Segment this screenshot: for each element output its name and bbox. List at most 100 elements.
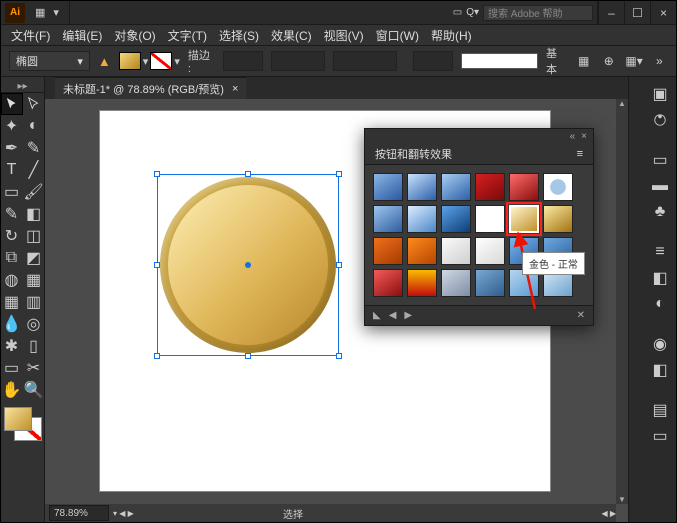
swatch-item[interactable] [407,173,437,201]
menu-help[interactable]: 帮助(H) [425,25,478,46]
paintbrush-tool[interactable]: 🖌 [23,181,45,203]
swatch-item[interactable] [509,205,539,233]
swatch-item[interactable] [407,269,437,297]
symbol-sprayer-tool[interactable]: ✱ [1,335,23,357]
swatch-item[interactable] [543,205,573,233]
menu-window[interactable]: 窗口(W) [370,25,425,46]
swatch-item[interactable] [543,173,573,201]
next-library-icon[interactable]: ▶ [404,310,412,321]
close-button[interactable]: × [650,1,676,25]
scale-tool[interactable]: ◫ [23,225,45,247]
color-panel-icon[interactable] [649,109,671,131]
gradient-tool[interactable]: ▥ [23,291,45,313]
swatch-item[interactable] [441,237,471,265]
graphic-style-swatch[interactable] [461,53,538,69]
brushes-panel-icon[interactable]: ▬ [649,175,671,197]
curvature-tool[interactable]: ✎ [23,137,45,159]
minimize-button[interactable]: – [598,1,624,25]
swatch-item[interactable] [441,173,471,201]
swatch-item[interactable] [475,237,505,265]
perspective-tool[interactable]: ▦ [23,269,45,291]
zoom-tool[interactable]: 🔍 [23,379,45,401]
menu-effect[interactable]: 效果(C) [265,25,318,46]
arrange-icon[interactable]: ▦▾ [625,52,642,70]
swatch-item[interactable] [441,205,471,233]
handle-tr[interactable] [336,171,342,177]
menu-object[interactable]: 对象(O) [108,25,161,46]
pen-tool[interactable]: ✒ [1,137,23,159]
swatch-item[interactable] [441,269,471,297]
shaper-tool[interactable]: ✎ [1,203,23,225]
gradient-panel-icon[interactable]: ◧ [649,267,671,289]
eraser-tool[interactable]: ◧ [23,203,45,225]
handle-mr[interactable] [336,262,342,268]
magic-wand-tool[interactable]: ✦ [1,115,23,137]
swatch-item[interactable] [373,205,403,233]
handle-br[interactable] [336,353,342,359]
hand-tool[interactable]: ✋ [1,379,23,401]
rectangle-tool[interactable]: ▭ [1,181,23,203]
swatches-panel-icon[interactable]: ▣ [649,83,671,105]
expand-toolbar-icon[interactable]: ▸▸ [1,81,44,93]
library-menu-icon[interactable]: ◣ [373,310,381,321]
panel-collapse-icon[interactable]: « [570,131,576,142]
handle-tm[interactable] [245,171,251,177]
swatch-item[interactable] [475,269,505,297]
search-input[interactable]: 搜索 Adobe 帮助 [483,5,593,21]
fill-color-icon[interactable] [4,407,32,431]
line-tool[interactable]: ╱ [23,159,45,181]
free-transform-tool[interactable]: ◩ [23,247,45,269]
handle-ml[interactable] [154,262,160,268]
shape-builder-tool[interactable]: ◍ [1,269,23,291]
swatch-item[interactable] [407,205,437,233]
panel-menu-icon[interactable]: ≡ [577,148,583,160]
menu-file[interactable]: 文件(F) [5,25,56,46]
libraries-panel-icon[interactable]: ▭ [649,149,671,171]
swatch-item[interactable] [373,269,403,297]
type-tool[interactable]: T [1,159,23,181]
zoom-level-input[interactable]: 78.89% [49,505,109,521]
menu-edit[interactable]: 编辑(E) [56,25,108,46]
swatch-item[interactable] [509,173,539,201]
artboards-panel-icon[interactable]: ▭ [649,425,671,447]
brush-select[interactable] [333,51,397,71]
eyedropper-tool[interactable]: 💧 [1,313,23,335]
swatch-item[interactable] [407,237,437,265]
transparency-panel-icon[interactable]: ◐ [649,293,671,315]
shape-select[interactable]: 椭圆 ▾ [9,51,90,71]
graphic-styles-panel[interactable]: « × 按钮和翻转效果 ≡ ◣ ◀ ▶ ✕ [364,128,594,326]
panel-close-icon[interactable]: × [581,131,587,142]
symbols-panel-icon[interactable]: ♣ [649,201,671,223]
panel-title-tab[interactable]: 按钮和翻转效果 ≡ [365,143,593,165]
swatch-item[interactable] [373,173,403,201]
slice-tool[interactable]: ✂ [23,357,45,379]
opacity-input[interactable] [413,51,454,71]
menu-type[interactable]: 文字(T) [162,25,213,46]
mesh-tool[interactable]: ▦ [1,291,23,313]
swatch-item[interactable] [475,205,505,233]
appearance-panel-icon[interactable]: ◉ [649,333,671,355]
handle-bm[interactable] [245,353,251,359]
handle-bl[interactable] [154,353,160,359]
swatch-item[interactable] [475,173,505,201]
graphic-styles-panel-icon[interactable]: ◧ [649,359,671,381]
fill-stroke-indicator[interactable] [4,407,42,441]
column-graph-tool[interactable]: ▯ [23,335,45,357]
rotate-tool[interactable]: ↻ [1,225,23,247]
stroke-swatch[interactable] [150,52,172,70]
blend-tool[interactable]: ◎ [23,313,45,335]
layers-panel-icon[interactable]: ▤ [649,399,671,421]
direct-selection-tool[interactable] [23,93,45,115]
menu-view[interactable]: 视图(V) [318,25,370,46]
maximize-button[interactable]: ☐ [624,1,650,25]
stroke-profile-select[interactable] [271,51,325,71]
handle-tl[interactable] [154,171,160,177]
workspace-switcher[interactable]: ▦▾ [25,1,70,25]
collapsed-panel-strip[interactable] [628,77,644,522]
vertical-scrollbar[interactable]: ▲▼ [616,99,628,504]
selection-tool[interactable] [1,93,23,115]
selection-bounding-box[interactable] [157,174,339,356]
swatch-item[interactable] [373,237,403,265]
menu-select[interactable]: 选择(S) [213,25,265,46]
stroke-panel-icon[interactable]: ≡ [649,241,671,263]
